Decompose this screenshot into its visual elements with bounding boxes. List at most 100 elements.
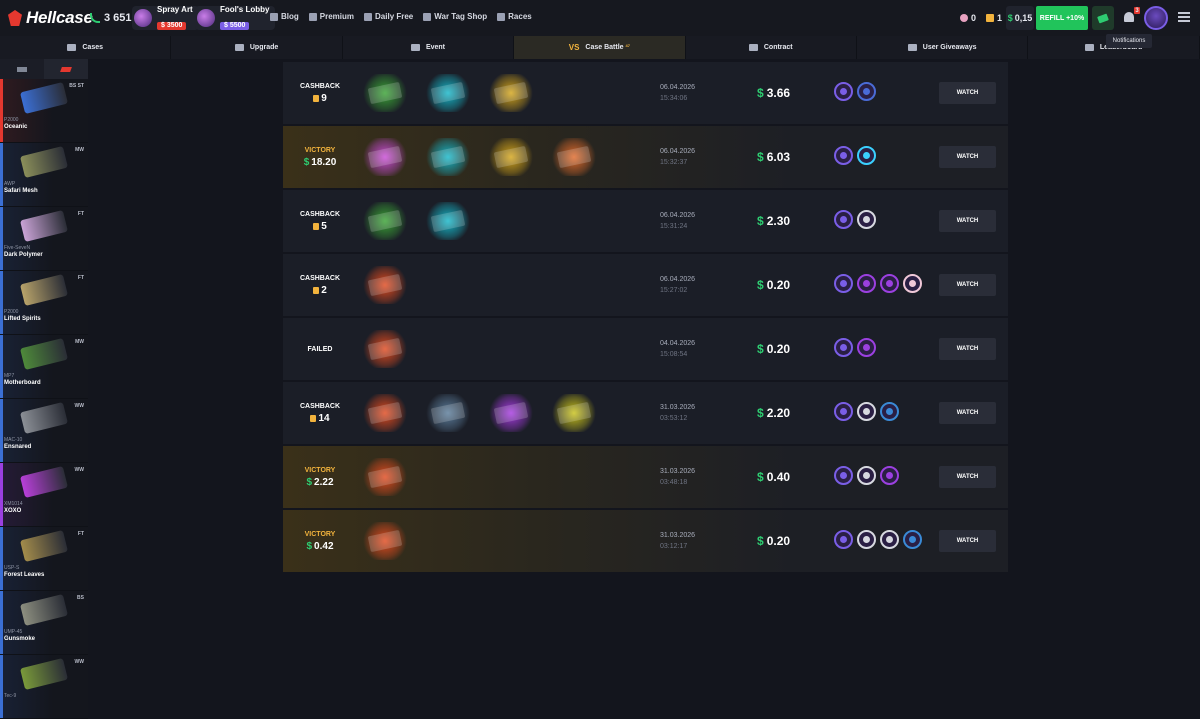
player-avatar[interactable] [880, 274, 899, 293]
player-avatar[interactable] [903, 274, 922, 293]
live-drop-item[interactable]: BS ST P2000 Oceanic [0, 79, 88, 143]
result-label: VICTORY [304, 146, 336, 154]
rarity-bar [0, 591, 3, 654]
bell-icon[interactable] [1124, 12, 1134, 22]
skin-name: Safari Mesh [4, 188, 38, 194]
nav-premium[interactable]: Premium [308, 12, 354, 21]
tab-event[interactable]: Event [343, 36, 515, 59]
player-avatar[interactable] [857, 338, 876, 357]
total-value: 2.20 [766, 406, 791, 420]
result-label: CASHBACK [299, 402, 341, 410]
header-nav: Blog Premium Daily Free War Tag Shop Rac… [270, 12, 532, 21]
currency-sign: $ [306, 540, 313, 552]
player-avatar[interactable] [857, 530, 876, 549]
case-image [552, 394, 596, 432]
weapon-image [19, 210, 69, 242]
watch-button[interactable]: WATCH [939, 466, 996, 488]
weapon-type: AWP [4, 181, 16, 187]
promo-fools-lobby[interactable]: Fool's Lobby $ 5500 [195, 4, 276, 30]
result-label: CASHBACK [299, 210, 341, 218]
case-image [363, 266, 407, 304]
battle-row: CASHBACK 9 06.04.2026 15:34:06 $3.66 WATCH [283, 62, 1008, 124]
live-drop-item[interactable]: FT P2000 Lifted Spirits [0, 271, 88, 335]
live-drop-item[interactable]: WW MAC-10 Ensnared [0, 399, 88, 463]
live-drop-item[interactable]: WW XM1014 XOXO [0, 463, 88, 527]
battle-date: 31.03.2026 [660, 532, 696, 539]
avatar-image [886, 472, 893, 479]
nav-war-tag-shop[interactable]: War Tag Shop [423, 12, 487, 21]
nav-label: Races [508, 12, 532, 21]
tab-case-battle[interactable]: VS Case Battle 47 [514, 36, 686, 59]
battle-date: 06.04.2026 [660, 84, 696, 91]
battle-cases [363, 330, 407, 368]
promo-spray-art[interactable]: Spray Art $ 3500 [132, 5, 199, 30]
promo-name: Fool's Lobby [220, 4, 270, 14]
player-avatar[interactable] [834, 530, 853, 549]
player-avatar[interactable] [857, 402, 876, 421]
live-drop-item[interactable]: WW Tec-9 [0, 655, 88, 719]
live-drop-item[interactable]: BS UMP-45 Gunsmoke [0, 591, 88, 655]
balance-display[interactable]: $0,15 [1006, 6, 1034, 30]
player-avatar[interactable] [880, 530, 899, 549]
battle-cases [363, 266, 407, 304]
online-counter: 3 651 [90, 12, 132, 24]
watch-button[interactable]: WATCH [939, 402, 996, 424]
tab-cases[interactable]: Cases [0, 36, 172, 59]
battle-result: VICTORY $18.20 [283, 126, 357, 188]
nav-daily-free[interactable]: Daily Free [364, 12, 413, 21]
signal-icon [90, 13, 100, 23]
player-avatar[interactable] [834, 146, 853, 165]
tab-upgrade[interactable]: Upgrade [171, 36, 343, 59]
site-logo[interactable]: Hellcase [8, 8, 93, 28]
player-avatar[interactable] [857, 146, 876, 165]
refill-button[interactable]: REFILL +10% [1036, 6, 1088, 30]
battle-players [834, 82, 876, 101]
player-avatar[interactable] [880, 466, 899, 485]
live-drop-item[interactable]: FT Five-SeveN Dark Polymer [0, 207, 88, 271]
gems-counter[interactable]: 0 [960, 13, 976, 23]
player-avatar[interactable] [857, 466, 876, 485]
player-avatar[interactable] [834, 82, 853, 101]
player-avatar[interactable] [903, 530, 922, 549]
sidebar-tab-top[interactable] [44, 59, 88, 79]
hamburger-menu-icon[interactable] [1178, 12, 1190, 22]
currency-sign: $ [757, 214, 764, 228]
player-avatar[interactable] [834, 210, 853, 229]
nav-blog[interactable]: Blog [270, 12, 299, 21]
tab-contract[interactable]: Contract [686, 36, 857, 59]
battle-total: $6.03 [757, 150, 790, 164]
amount-value: 2 [321, 284, 327, 296]
nav-label: Daily Free [375, 12, 414, 21]
watch-button[interactable]: WATCH [939, 274, 996, 296]
player-avatar[interactable] [834, 466, 853, 485]
tab-label: Upgrade [249, 44, 279, 51]
watch-button[interactable]: WATCH [939, 338, 996, 360]
live-drop-item[interactable]: FT USP-S Forest Leaves [0, 527, 88, 591]
skin-name: Oceanic [4, 124, 28, 130]
player-avatar[interactable] [834, 338, 853, 357]
player-avatar[interactable] [834, 402, 853, 421]
player-avatar[interactable] [857, 210, 876, 229]
user-avatar[interactable] [1144, 6, 1168, 30]
avatar-image [909, 280, 916, 287]
wear-label: WW [74, 659, 84, 665]
battle-datetime: 06.04.2026 15:31:24 [660, 210, 695, 232]
tab-user-giveaways[interactable]: User Giveaways [857, 36, 1029, 59]
watch-button[interactable]: WATCH [939, 82, 996, 104]
watch-button[interactable]: WATCH [939, 146, 996, 168]
wallet-button[interactable] [1092, 6, 1114, 30]
battle-cases [363, 458, 407, 496]
live-drop-item[interactable]: MW MP7 Motherboard [0, 335, 88, 399]
watch-button[interactable]: WATCH [939, 530, 996, 552]
sidebar-tab-all[interactable] [0, 59, 44, 79]
player-avatar[interactable] [834, 274, 853, 293]
player-avatar[interactable] [880, 402, 899, 421]
player-avatar[interactable] [857, 274, 876, 293]
live-drop-item[interactable]: MW AWP Safari Mesh [0, 143, 88, 207]
tickets-counter[interactable]: 1 [986, 13, 1002, 23]
battle-result: CASHBACK 2 [283, 254, 357, 316]
player-avatar[interactable] [857, 82, 876, 101]
wear-label: FT [77, 211, 84, 217]
watch-button[interactable]: WATCH [939, 210, 996, 232]
nav-races[interactable]: Races [497, 12, 532, 21]
